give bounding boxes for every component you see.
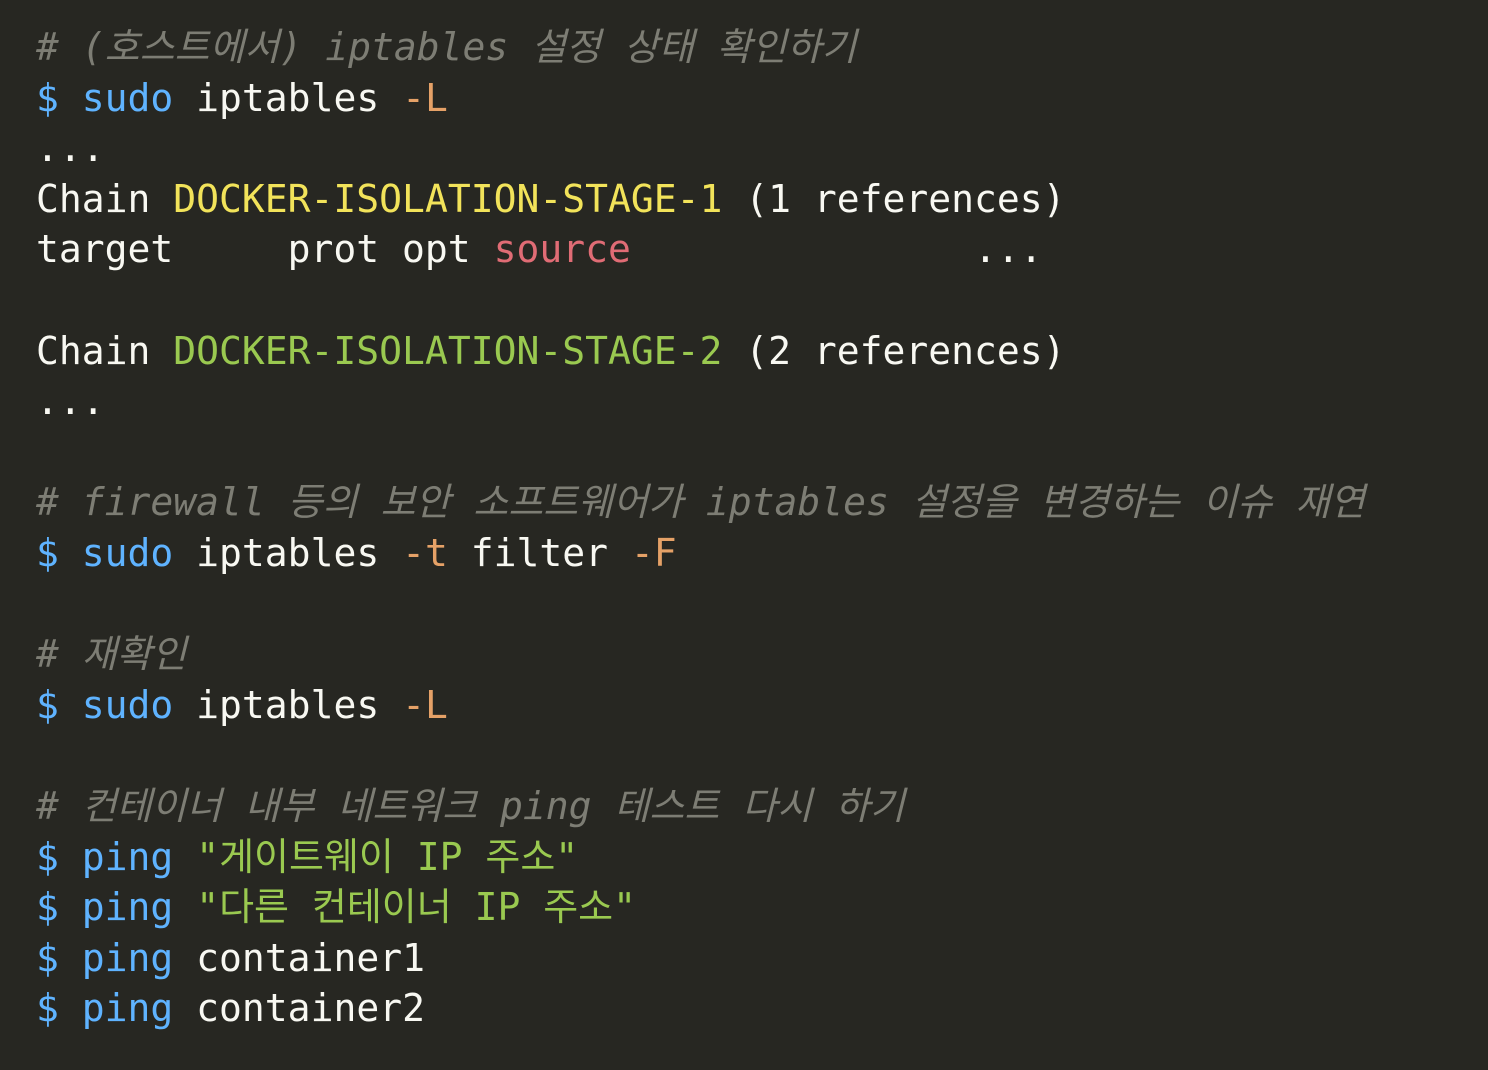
command-name: ping bbox=[81, 885, 174, 930]
code-text: ... bbox=[36, 379, 105, 424]
code-text: iptables bbox=[173, 530, 403, 575]
code-line: $ sudo iptables -L bbox=[36, 680, 1476, 731]
command-name: sudo bbox=[81, 75, 174, 120]
code-text: Chain bbox=[36, 328, 174, 373]
command-flag: -L bbox=[402, 75, 448, 120]
code-line: # (호스트에서) iptables 설정 상태 확인하기 bbox=[36, 22, 1476, 73]
chain-name: DOCKER-ISOLATION-STAGE-1 bbox=[173, 176, 723, 221]
code-line: $ ping "게이트웨이 IP 주소" bbox=[36, 832, 1476, 883]
shell-prompt: $ bbox=[36, 530, 59, 575]
command-name: ping bbox=[81, 986, 174, 1031]
command-flag: -t bbox=[402, 530, 448, 575]
comment-text: # 컨테이너 내부 네트워크 ping 테스트 다시 하기 bbox=[36, 783, 905, 828]
code-line: # 컨테이너 내부 네트워크 ping 테스트 다시 하기 bbox=[36, 781, 1476, 832]
code-line: Chain DOCKER-ISOLATION-STAGE-2 (2 refere… bbox=[36, 326, 1476, 377]
code-text: (1 references) bbox=[722, 176, 1066, 221]
chain-name: DOCKER-ISOLATION-STAGE-2 bbox=[173, 328, 723, 373]
code-text: iptables bbox=[173, 75, 403, 120]
comment-text: # 재확인 bbox=[36, 632, 187, 677]
code-text: ... bbox=[36, 126, 105, 171]
command-name: ping bbox=[81, 935, 174, 980]
code-text: Chain bbox=[36, 176, 174, 221]
string-literal: "게이트웨이 IP 주소" bbox=[196, 834, 579, 879]
code-line: $ sudo iptables -L bbox=[36, 73, 1476, 124]
code-line: ... bbox=[36, 123, 1476, 174]
code-text: target prot opt bbox=[36, 227, 494, 272]
command-name: sudo bbox=[81, 530, 174, 575]
code-text: ... bbox=[630, 227, 1043, 272]
code-line: # 재확인 bbox=[36, 629, 1476, 680]
comment-text: # firewall 등의 보안 소프트웨어가 iptables 설정을 변경하… bbox=[36, 480, 1365, 525]
code-line: target prot opt source ... bbox=[36, 224, 1476, 275]
command-flag: -L bbox=[402, 682, 448, 727]
shell-prompt: $ bbox=[36, 75, 59, 120]
code-line: $ ping container1 bbox=[36, 933, 1476, 984]
shell-prompt: $ bbox=[36, 885, 59, 930]
code-line: ... bbox=[36, 376, 1476, 427]
command-flag: -F bbox=[630, 530, 677, 575]
code-line: Chain DOCKER-ISOLATION-STAGE-1 (1 refere… bbox=[36, 174, 1476, 225]
string-literal: "다른 컨테이너 IP 주소" bbox=[196, 885, 637, 930]
code-line: # firewall 등의 보안 소프트웨어가 iptables 설정을 변경하… bbox=[36, 477, 1476, 528]
code-text: iptables bbox=[173, 682, 403, 727]
code-line: $ sudo iptables -t filter -F bbox=[36, 528, 1476, 579]
comment-text: # (호스트에서) iptables 설정 상태 확인하기 bbox=[36, 25, 857, 69]
code-line: $ ping "다른 컨테이너 IP 주소" bbox=[36, 882, 1476, 933]
code-line: $ ping container2 bbox=[36, 983, 1476, 1034]
shell-prompt: $ bbox=[36, 986, 59, 1031]
command-name: sudo bbox=[81, 682, 174, 727]
code-text: container1 bbox=[173, 935, 425, 980]
shell-prompt: $ bbox=[36, 834, 59, 879]
shell-prompt: $ bbox=[36, 935, 59, 980]
code-text: (2 references) bbox=[722, 328, 1066, 373]
shell-prompt: $ bbox=[36, 682, 59, 727]
column-source: source bbox=[493, 227, 631, 272]
code-block: # (호스트에서) iptables 설정 상태 확인하기 $ sudo ipta… bbox=[36, 22, 1476, 1034]
command-name: ping bbox=[81, 834, 174, 879]
code-text: filter bbox=[447, 530, 631, 575]
code-text: container2 bbox=[173, 986, 425, 1031]
